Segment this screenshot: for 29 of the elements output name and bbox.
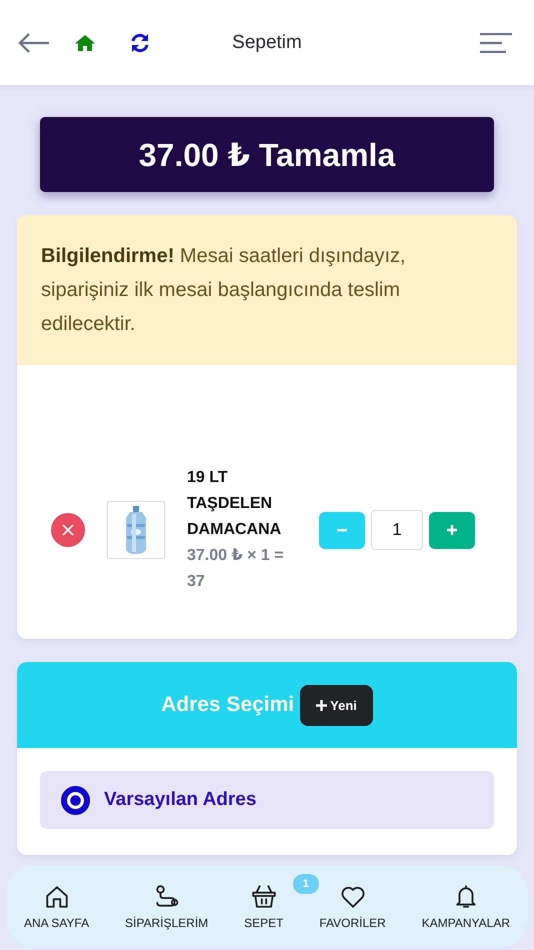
refresh-icon[interactable] xyxy=(130,32,150,52)
info-alert: Bilgilendirme! Mesai saatleri dışındayız, siparişiniz ilk mesai başlangıcında teslim edilecektir. xyxy=(17,215,517,365)
back-arrow-icon[interactable] xyxy=(18,32,50,54)
route-icon xyxy=(154,884,180,910)
minus-icon xyxy=(337,528,347,532)
count-badge: 1 xyxy=(292,874,319,894)
home-icon xyxy=(44,884,70,910)
plus-icon xyxy=(447,525,457,535)
nav-tab[interactable]: SİPARİŞLERİM xyxy=(125,884,208,930)
price-line: 37.00 ₺ × 1 = 37 xyxy=(187,546,285,592)
address-label: Varsayılan Adres xyxy=(104,789,256,811)
nav-tab[interactable]: FAVORİLER xyxy=(319,884,386,930)
plus-icon xyxy=(316,700,328,710)
radio-button[interactable] xyxy=(61,786,90,814)
address-title: Adres Seçimi xyxy=(161,693,294,717)
home-icon[interactable] xyxy=(74,34,96,52)
increase-button[interactable] xyxy=(429,512,475,548)
page-title: Sepetim xyxy=(231,32,303,54)
close-icon xyxy=(62,524,74,536)
nav-tab[interactable]: ANA SAYFA xyxy=(24,884,90,930)
checkout-button[interactable]: 37.00 ₺ Tamamla xyxy=(40,117,494,192)
address-option[interactable]: Varsayılan Adres xyxy=(40,771,494,829)
basket-icon xyxy=(250,884,277,910)
nav-tab[interactable]: KAMPANYALAR xyxy=(422,884,510,930)
new-address-button[interactable]: Yeni xyxy=(300,684,373,726)
product-name: 19 LT TAŞDELEN DAMACANA xyxy=(187,468,282,540)
menu-icon[interactable] xyxy=(480,32,512,52)
quantity-field[interactable]: 1 xyxy=(371,510,423,550)
remove-button[interactable] xyxy=(51,513,85,547)
